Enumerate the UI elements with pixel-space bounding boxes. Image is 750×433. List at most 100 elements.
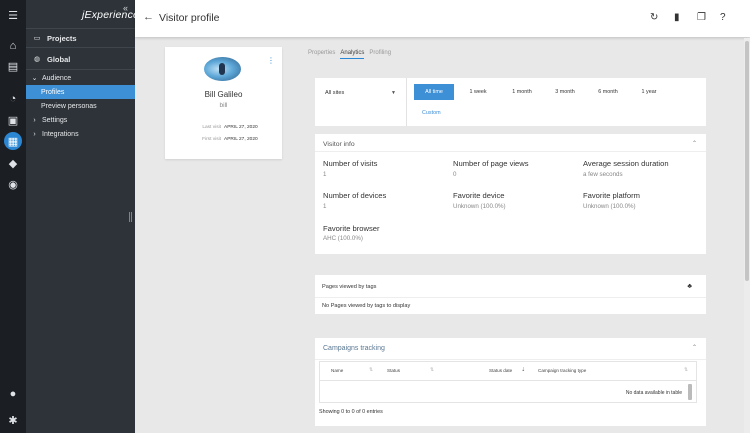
caret-down-icon[interactable]: ▼: [391, 90, 396, 96]
tag-icon[interactable]: ◆: [3, 153, 23, 173]
profile-card: ⋮ Bill Galileo bill Last visit APRIL 27,…: [165, 47, 282, 159]
filter-divider: [406, 78, 407, 126]
clipboard-icon[interactable]: ▤: [3, 56, 23, 76]
sort-icon[interactable]: ⇅: [369, 367, 373, 373]
sidebar-item-integrations[interactable]: › Integrations: [26, 127, 135, 141]
sidebar-item-profiles[interactable]: Profiles: [26, 85, 135, 99]
campaigns-table: Name ⇅ Status ⇅ Status date ⇣ Campaign t…: [319, 361, 697, 403]
site-select[interactable]: All sites: [325, 90, 393, 96]
panel-divider: [315, 297, 706, 298]
period-1-month[interactable]: 1 month: [503, 84, 541, 100]
stat-value: a few seconds: [583, 171, 623, 178]
last-visit-label: Last visit: [202, 125, 221, 130]
sort-desc-icon[interactable]: ⇣: [521, 367, 525, 373]
period-1-year[interactable]: 1 year: [632, 84, 666, 100]
sort-icon[interactable]: ⇅: [430, 367, 434, 373]
profile-username: bill: [219, 102, 228, 109]
stat-label: Number of page views: [453, 159, 529, 168]
stat-value: Unknown (100.0%): [583, 203, 636, 210]
hamburger-icon[interactable]: ☰: [3, 5, 23, 25]
table-header-divider: [320, 380, 696, 381]
table-scrollbar[interactable]: [688, 384, 692, 400]
collapse-sidebar-icon[interactable]: «: [123, 3, 128, 13]
home-icon[interactable]: ⌂: [3, 36, 23, 56]
chevron-right-icon: ›: [33, 130, 36, 138]
avatar: [204, 57, 241, 81]
sidebar-item-label: Integrations: [42, 130, 79, 138]
stat-value: 1: [323, 203, 327, 210]
chevron-down-icon: ⌄: [31, 75, 38, 82]
compass-icon[interactable]: ◉: [3, 174, 23, 194]
sidebar-item-label: Settings: [42, 116, 68, 124]
table-info: Showing 0 to 0 of 0 entries: [319, 409, 383, 415]
sort-icon[interactable]: ⇅: [684, 367, 688, 373]
sidebar-item-global[interactable]: ◍ Global: [26, 52, 135, 66]
column-header-status[interactable]: Status: [387, 368, 400, 373]
sidebar-item-preview-personas[interactable]: Preview personas: [26, 99, 135, 113]
refresh-icon[interactable]: ↻: [650, 12, 658, 23]
first-visit-value: APRIL 27, 2020: [224, 137, 258, 142]
period-6-month[interactable]: 6 month: [589, 84, 627, 100]
copy-icon[interactable]: ❐: [697, 12, 706, 23]
gear-icon[interactable]: ✱: [3, 410, 23, 430]
app-logo: jExperience: [82, 9, 140, 21]
column-header-status-date[interactable]: Status date: [489, 368, 512, 373]
sidebar-item-label: Projects: [47, 33, 77, 43]
page-scrollbar[interactable]: [744, 38, 750, 433]
stat-value: 1: [323, 171, 327, 178]
period-1-week[interactable]: 1 week: [461, 84, 495, 100]
main-content: ← Visitor profile ↻ ▮ ❐ ? ⋮ Bill Galileo…: [135, 0, 750, 433]
scrollbar-thumb[interactable]: [745, 41, 749, 281]
tab-analytics[interactable]: Analytics: [340, 50, 365, 59]
profile-tabs: Properties Analytics Profiling: [308, 50, 396, 59]
table-empty-message: No data available in table: [625, 390, 682, 396]
visitor-info-panel: Visitor info ⌃ Number of visits 1 Number…: [315, 134, 706, 254]
hierarchy-icon[interactable]: ♣: [687, 283, 692, 290]
period-all-time[interactable]: All time: [414, 84, 454, 100]
panel-divider: [315, 151, 706, 152]
sidebar-resize-handle[interactable]: [129, 212, 132, 222]
filter-panel: All sites ▼ All time 1 week 1 month 3 mo…: [315, 78, 706, 126]
icon-rail: ☰ ⌂ ▤ ◔ ▣ ▦ ◆ ◉ ● ✱: [0, 0, 26, 433]
folder-icon: ▭: [33, 35, 41, 42]
collapse-icon[interactable]: ⌃: [692, 344, 697, 351]
delete-icon[interactable]: ▮: [674, 12, 680, 23]
sidebar-divider: [26, 69, 135, 70]
panel-title: Pages viewed by tags: [322, 284, 377, 290]
column-header-campaign-tracking-type[interactable]: Campaign tracking type: [538, 368, 586, 373]
chevron-right-icon: ›: [33, 116, 36, 124]
stat-label: Favorite browser: [323, 224, 380, 233]
stat-label: Favorite device: [453, 191, 505, 200]
more-options-icon[interactable]: ⋮: [267, 56, 275, 65]
gauge-icon[interactable]: ◔: [3, 89, 23, 109]
tab-properties[interactable]: Properties: [308, 50, 335, 59]
empty-message: No Pages viewed by tags to display: [322, 303, 411, 309]
sidebar-item-projects[interactable]: ▭ Projects: [26, 31, 135, 45]
column-header-name[interactable]: Name: [331, 368, 343, 373]
calendar-icon[interactable]: ▦: [4, 132, 22, 150]
period-3-month[interactable]: 3 month: [546, 84, 584, 100]
pages-viewed-panel: Pages viewed by tags ♣ No Pages viewed b…: [315, 275, 706, 314]
sidebar: jExperience « ▭ Projects ◍ Global ⌄ Audi…: [26, 0, 139, 433]
last-visit-value: APRIL 27, 2020: [224, 125, 258, 130]
panel-title: Campaigns tracking: [323, 345, 385, 352]
sidebar-item-settings[interactable]: › Settings: [26, 113, 135, 127]
image-icon[interactable]: ▣: [3, 110, 23, 130]
panel-divider: [315, 359, 706, 360]
user-icon[interactable]: ●: [3, 384, 23, 404]
tab-profiling[interactable]: Profiling: [369, 50, 391, 59]
custom-period-link[interactable]: Custom: [422, 110, 441, 116]
sidebar-item-label: Preview personas: [41, 102, 97, 110]
page-header: ← Visitor profile ↻ ▮ ❐ ?: [135, 0, 750, 37]
back-arrow-icon[interactable]: ←: [143, 11, 154, 23]
stat-label: Favorite platform: [583, 191, 640, 200]
help-icon[interactable]: ?: [720, 12, 726, 23]
stat-label: Number of visits: [323, 159, 378, 168]
stat-label: Number of devices: [323, 191, 387, 200]
sidebar-item-audience[interactable]: ⌄ Audience: [26, 71, 135, 85]
globe-icon: ◍: [33, 56, 41, 63]
stat-value: AHC (100.0%): [323, 235, 363, 242]
collapse-icon[interactable]: ⌃: [692, 140, 697, 147]
last-visit-row: Last visit APRIL 27, 2020: [165, 125, 282, 130]
page-title: Visitor profile: [159, 12, 220, 24]
